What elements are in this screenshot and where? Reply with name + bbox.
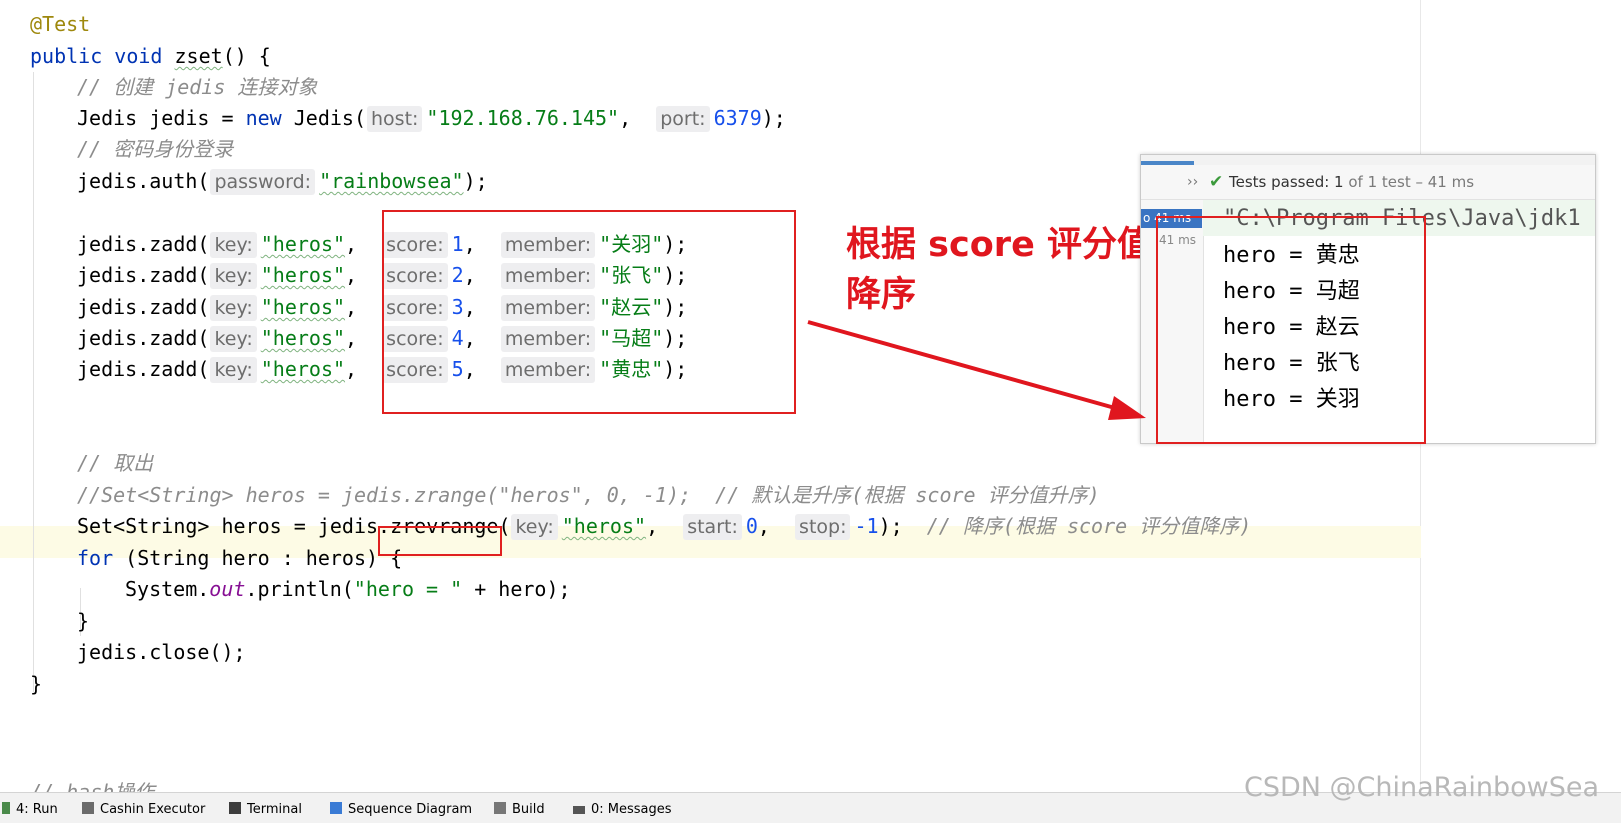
tab-build-label: Build (512, 802, 545, 817)
tab-cashin-label: Cashin Executor (100, 802, 206, 817)
tab-messages-label: 0: Messages (591, 802, 672, 817)
watermark: CSDN @ChinaRainbowSea (1244, 772, 1600, 803)
tab-run[interactable]: 4: Run (2, 802, 58, 817)
annotation-arrow (807, 320, 1146, 420)
build-hammer-icon (494, 802, 506, 814)
tab-sequence-diagram[interactable]: Sequence Diagram (330, 802, 472, 817)
terminal-icon (229, 802, 241, 814)
tab-sequence-label: Sequence Diagram (348, 802, 473, 817)
tab-run-label: 4: Run (16, 802, 58, 817)
executor-icon (82, 802, 94, 814)
messages-icon (573, 806, 585, 814)
run-icon (2, 802, 10, 814)
tab-build[interactable]: Build (494, 802, 545, 817)
sequence-diagram-icon (330, 802, 342, 814)
tab-cashin-executor[interactable]: Cashin Executor (82, 802, 205, 817)
tab-terminal[interactable]: Terminal (229, 802, 302, 817)
tab-messages[interactable]: 0: Messages (573, 802, 672, 817)
tab-terminal-label: Terminal (247, 802, 302, 817)
